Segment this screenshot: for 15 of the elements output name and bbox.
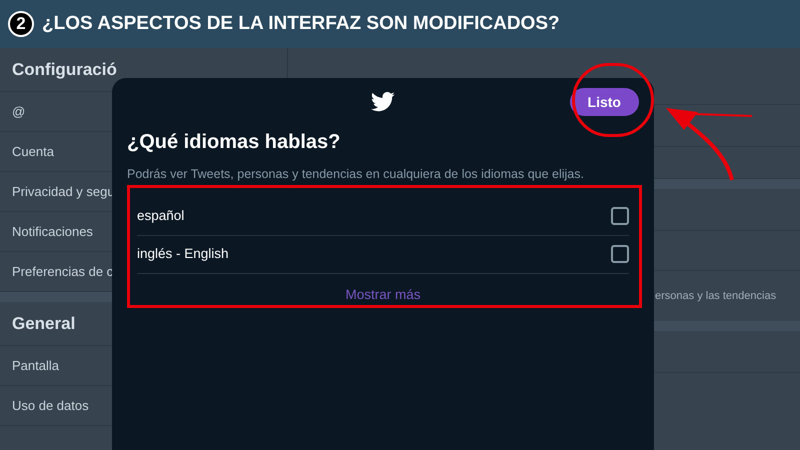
checkbox[interactable] bbox=[611, 207, 629, 226]
banner-title: ¿LOS ASPECTOS DE LA INTERFAZ SON MODIFICADOS? bbox=[42, 12, 560, 36]
language-label: inglés - English bbox=[137, 245, 229, 264]
checkbox[interactable] bbox=[611, 245, 629, 264]
setting-description: ersonas y las tendencias bbox=[655, 288, 776, 304]
step-badge: 2 bbox=[8, 11, 34, 37]
section-title: General bbox=[12, 312, 76, 335]
language-option[interactable]: español bbox=[137, 198, 629, 236]
bird-icon bbox=[371, 92, 395, 112]
section-title: Configuració bbox=[12, 58, 117, 81]
dialog-description: Podrás ver Tweets, personas y tendencias en cualquiera de los idiomas que elijas. bbox=[127, 166, 585, 183]
language-option[interactable]: inglés - English bbox=[137, 236, 629, 274]
language-label: español bbox=[137, 207, 184, 226]
dialog-title: ¿Qué idiomas hablas? bbox=[127, 130, 342, 155]
done-button[interactable]: Listo bbox=[570, 88, 639, 116]
